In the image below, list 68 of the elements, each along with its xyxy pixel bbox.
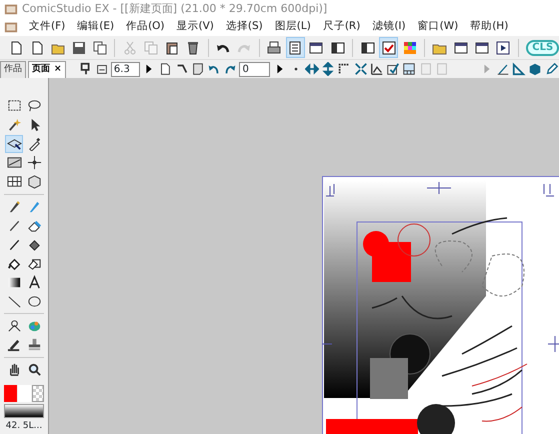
pen-icon[interactable] (496, 62, 510, 76)
copy-icon (92, 40, 108, 56)
gradient-bar (4, 404, 44, 418)
app-icon (4, 2, 18, 16)
menu-item[interactable]: 滤镜(I) (371, 19, 407, 35)
transparent-swatch[interactable] (32, 384, 44, 402)
check-icon[interactable] (386, 62, 400, 76)
flip-horizontal-icon[interactable] (304, 62, 319, 76)
window-title: ComicStudio EX - [[新建页面] (21.00 * 29.70cm 600dpi)] (22, 0, 328, 17)
menu-item[interactable]: 作品(O) (125, 19, 166, 35)
magic-wand-icon (6, 117, 22, 132)
paste-icon (164, 40, 180, 56)
panel-tab[interactable]: 作品 (0, 60, 26, 78)
stamp-icon (26, 337, 42, 352)
logo: CLS (526, 40, 559, 56)
move-tool[interactable] (25, 154, 43, 172)
page-layout-button[interactable] (286, 37, 305, 58)
text-tool-icon (26, 274, 42, 290)
zoom-icon (26, 362, 42, 378)
save-icon (70, 40, 87, 56)
marquee-icon (6, 98, 22, 114)
menu-item[interactable]: 编辑(E) (76, 19, 116, 35)
lasso-icon (26, 98, 42, 114)
corner-icon[interactable] (337, 62, 352, 76)
menu-item[interactable]: 文件(F) (28, 19, 66, 35)
status-text: 42. 5L... (6, 420, 42, 434)
layer-select-tool[interactable] (5, 134, 23, 153)
eyedropper-icon (26, 136, 42, 152)
flip-vertical-icon[interactable] (321, 62, 336, 76)
menu-item[interactable]: 尺子(R) (322, 19, 362, 35)
grid-icon[interactable] (402, 62, 416, 76)
zoom-field[interactable]: 6.3 (110, 62, 140, 76)
rotation-field[interactable]: 0 (239, 62, 270, 76)
node-icon (6, 318, 22, 334)
window-icon (452, 40, 469, 56)
ellipse-icon (26, 294, 42, 309)
window-icon (474, 40, 490, 56)
printer-icon (266, 40, 282, 56)
page-icon[interactable] (190, 62, 205, 76)
ruler-icon (6, 155, 22, 170)
menu-item[interactable]: 显示(V) (176, 19, 215, 35)
color-swatch[interactable] (18, 384, 31, 402)
check-window-button[interactable] (379, 37, 398, 58)
chart-icon[interactable] (370, 62, 384, 76)
expand-icon[interactable] (354, 62, 368, 76)
menu-item[interactable]: 图层(L) (274, 19, 312, 35)
menu-item[interactable]: 选择(S) (224, 19, 264, 35)
color-swatch[interactable] (4, 384, 17, 402)
scissors-icon (122, 40, 138, 56)
minus-box-icon[interactable] (94, 62, 109, 76)
line-icon (6, 294, 22, 309)
palette-icon (402, 40, 418, 56)
panel-grid-icon (6, 174, 22, 190)
check-window-icon (380, 40, 397, 56)
document-icon (4, 20, 18, 34)
page-icon[interactable] (158, 62, 172, 76)
move-icon (26, 155, 42, 170)
menu-item[interactable]: 窗口(W) (416, 19, 460, 35)
menu-item[interactable]: 帮助(H) (469, 19, 510, 35)
marker-icon (6, 337, 22, 352)
copy-icon (143, 40, 160, 56)
panel-tab[interactable]: 页面 × (28, 60, 66, 78)
pencil-icon[interactable] (544, 62, 559, 76)
window-icon (308, 40, 324, 56)
page-layout-icon (287, 40, 304, 56)
triangle-ruler-icon[interactable] (512, 62, 526, 76)
play-icon (495, 40, 512, 56)
close-icon[interactable]: × (54, 62, 62, 77)
